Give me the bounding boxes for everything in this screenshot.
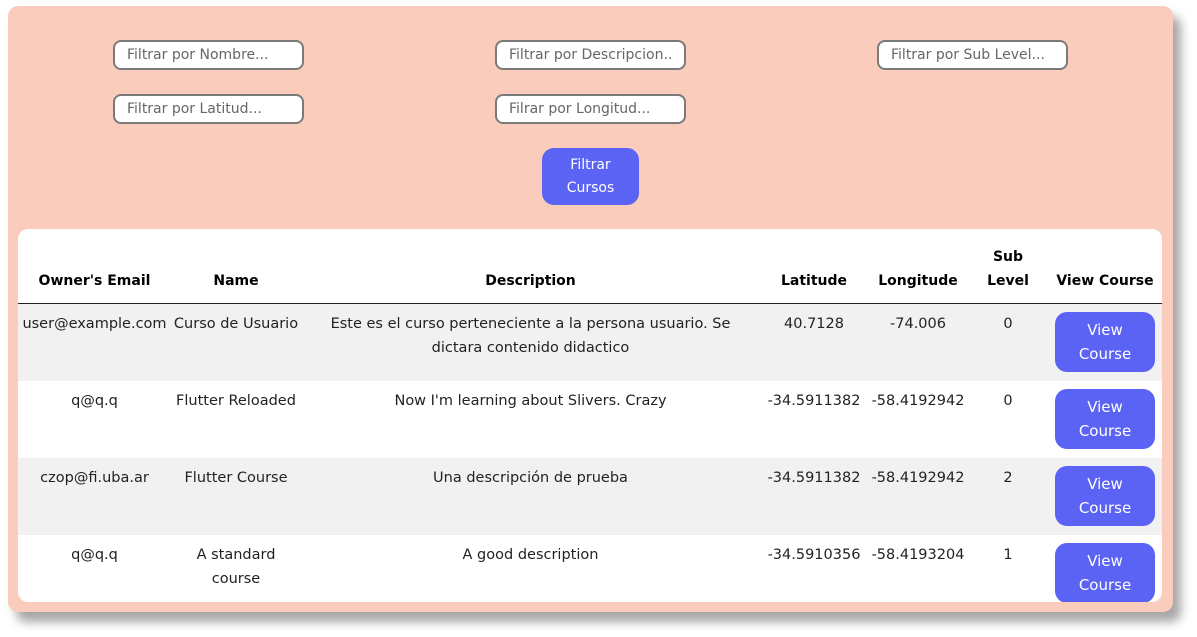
- filter-longitude-input[interactable]: [495, 94, 686, 124]
- cell-longitude: -58.4192942: [871, 393, 965, 409]
- header-latitude: Latitude: [760, 229, 868, 304]
- cell-description: Una descripción de prueba: [433, 470, 628, 486]
- header-sub-level: Sub Level: [968, 229, 1048, 304]
- cell-email: q@q.q: [71, 547, 118, 563]
- cell-latitude: 40.7128: [784, 316, 844, 332]
- table-row: q@q.q A standard course A good descripti…: [18, 535, 1162, 602]
- table-row: user@example.com Curso de Usuario Este e…: [18, 303, 1162, 382]
- cell-latitude: -34.5911382: [767, 470, 861, 486]
- courses-table-card: Owner's Email Name Description Latitude …: [18, 229, 1162, 602]
- header-longitude: Longitude: [868, 229, 968, 304]
- cell-email: user@example.com: [22, 316, 167, 332]
- filter-description-input[interactable]: [495, 40, 686, 70]
- cell-latitude: -34.5910356: [767, 547, 861, 563]
- cell-action: View Course: [1048, 304, 1162, 382]
- cell-action: View Course: [1048, 458, 1162, 535]
- cell-name: A standard course: [196, 547, 276, 587]
- cell-name: Flutter Course: [184, 470, 288, 486]
- cell-name: Curso de Usuario: [173, 316, 299, 332]
- cell-description: A good description: [462, 547, 599, 563]
- view-course-button[interactable]: View Course: [1055, 466, 1155, 526]
- header-view-course: View Course: [1048, 229, 1162, 304]
- cell-longitude: -58.4193204: [871, 547, 965, 563]
- cell-description: Este es el curso perteneciente a la pers…: [330, 316, 731, 356]
- view-course-button[interactable]: View Course: [1055, 389, 1155, 449]
- view-course-button[interactable]: View Course: [1055, 543, 1155, 602]
- cell-sub-level: 0: [1003, 393, 1013, 409]
- cell-email: czop@fi.uba.ar: [40, 470, 149, 486]
- filter-latitude-input[interactable]: [113, 94, 304, 124]
- filter-sublevel-input[interactable]: [877, 40, 1068, 70]
- cell-sub-level: 1: [1003, 547, 1013, 563]
- filter-panel: Filtrar Cursos Owner's Email Name Descri…: [8, 6, 1173, 612]
- courses-table: Owner's Email Name Description Latitude …: [18, 229, 1162, 602]
- view-course-button[interactable]: View Course: [1055, 312, 1155, 372]
- filter-name-input[interactable]: [113, 40, 304, 70]
- table-row: q@q.q Flutter Reloaded Now I'm learning …: [18, 381, 1162, 458]
- cell-sub-level: 2: [1003, 470, 1013, 486]
- cell-latitude: -34.5911382: [767, 393, 861, 409]
- table-header-row: Owner's Email Name Description Latitude …: [18, 229, 1162, 304]
- header-owner-email: Owner's Email: [18, 229, 171, 304]
- cell-sub-level: 0: [1003, 316, 1013, 332]
- header-name: Name: [171, 229, 301, 304]
- header-description: Description: [301, 229, 760, 304]
- cell-longitude: -74.006: [890, 316, 946, 332]
- cell-longitude: -58.4192942: [871, 470, 965, 486]
- filter-courses-button[interactable]: Filtrar Cursos: [542, 148, 639, 205]
- cell-action: View Course: [1048, 381, 1162, 458]
- table-row: czop@fi.uba.ar Flutter Course Una descri…: [18, 458, 1162, 535]
- cell-name: Flutter Reloaded: [176, 393, 296, 409]
- cell-action: View Course: [1048, 535, 1162, 602]
- cell-email: q@q.q: [71, 393, 118, 409]
- cell-description: Now I'm learning about Slivers. Crazy: [394, 393, 667, 409]
